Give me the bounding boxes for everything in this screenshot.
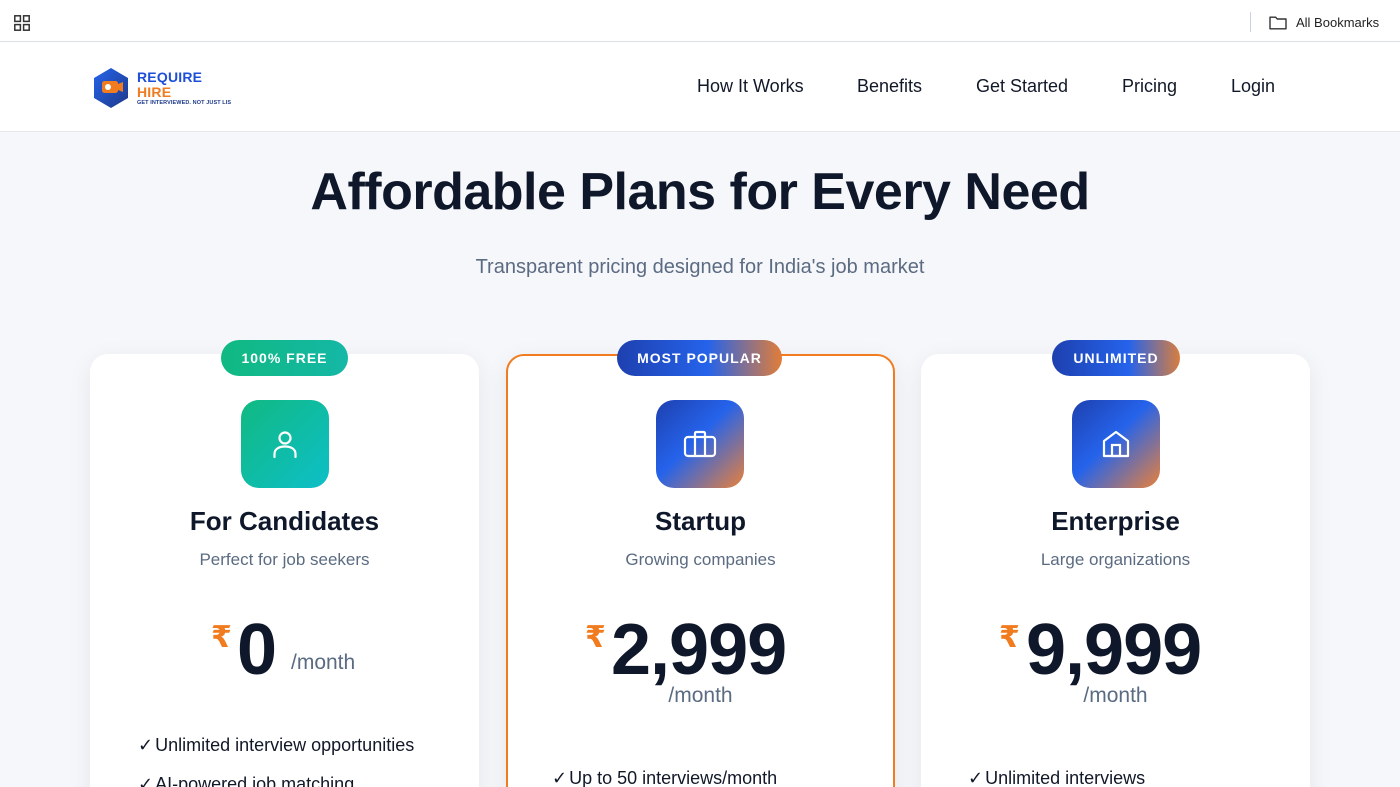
building-icon: [1072, 400, 1160, 488]
check-icon: ✓: [138, 774, 154, 787]
check-icon: ✓: [138, 735, 154, 755]
plan-period: /month: [291, 651, 356, 674]
bookmarks-bar: All Bookmarks: [0, 0, 1400, 42]
plan-card-candidates: For Candidates Perfect for job seekers ₹…: [90, 354, 479, 787]
folder-icon: [1269, 15, 1287, 30]
currency-symbol: ₹: [999, 621, 1020, 654]
logo-tagline: GET INTERVIEWED. NOT JUST LIS: [137, 100, 232, 106]
nav-pricing[interactable]: Pricing: [1122, 76, 1177, 98]
all-bookmarks-button[interactable]: All Bookmarks: [1269, 13, 1379, 31]
check-icon: ✓: [552, 768, 568, 787]
nav-how-it-works[interactable]: How It Works: [697, 76, 804, 98]
plan-feature-text: Unlimited interview opportunities: [155, 735, 415, 755]
currency-symbol: ₹: [211, 621, 232, 654]
plan-card-startup: Startup Growing companies ₹ 2,999 /month…: [506, 354, 895, 787]
plan-price: 2,999: [611, 610, 787, 690]
plan-feature: ✓ Unlimited interviews: [968, 768, 1145, 787]
nav-login[interactable]: Login: [1231, 76, 1275, 98]
plan-feature: ✓ AI-powered job matching: [138, 774, 354, 787]
site-header: REQUIRE HIRE GET INTERVIEWED. NOT JUST L…: [0, 42, 1400, 132]
logo[interactable]: REQUIRE HIRE GET INTERVIEWED. NOT JUST L…: [92, 67, 252, 111]
briefcase-icon: [656, 400, 744, 488]
plan-feature-text: AI-powered job matching: [155, 774, 355, 787]
all-bookmarks-label: All Bookmarks: [1296, 14, 1380, 30]
plan-feature-text: Up to 50 interviews/month: [569, 768, 778, 787]
check-icon: ✓: [968, 768, 984, 787]
plan-badge-unlimited: UNLIMITED: [1052, 340, 1180, 376]
plan-title: Enterprise: [1051, 506, 1180, 536]
logo-word-require: REQUIRE: [137, 69, 203, 85]
plan-feature-text: Unlimited interviews: [985, 768, 1146, 787]
plan-price: 9,999: [1026, 610, 1202, 690]
nav-benefits[interactable]: Benefits: [857, 76, 922, 98]
plan-badge-free: 100% FREE: [221, 340, 348, 376]
bookmarks-divider: [1250, 12, 1251, 32]
plan-period: /month: [1083, 684, 1148, 707]
logo-mark-icon: [92, 67, 130, 109]
plan-feature: ✓ Up to 50 interviews/month: [552, 768, 777, 787]
nav-get-started[interactable]: Get Started: [976, 76, 1068, 98]
plan-period: /month: [668, 684, 733, 707]
currency-symbol: ₹: [585, 621, 606, 654]
plan-price: 0: [237, 610, 277, 690]
plan-feature: ✓ Unlimited interview opportunities: [138, 735, 414, 756]
logo-word-hire: HIRE: [137, 84, 172, 100]
plan-title: Startup: [655, 506, 746, 536]
plan-title: For Candidates: [189, 506, 380, 536]
page-title: Affordable Plans for Every Need: [310, 163, 1090, 221]
page-subtitle: Transparent pricing designed for India's…: [475, 256, 925, 278]
plan-subtitle: Growing companies: [625, 550, 776, 569]
plan-badge-most-popular: MOST POPULAR: [617, 340, 782, 376]
user-icon: [241, 400, 329, 488]
plan-subtitle: Large organizations: [1040, 550, 1191, 569]
apps-grid-icon[interactable]: [14, 15, 30, 31]
plan-card-enterprise: Enterprise Large organizations ₹ 9,999 /…: [921, 354, 1310, 787]
plan-subtitle: Perfect for job seekers: [199, 550, 370, 569]
